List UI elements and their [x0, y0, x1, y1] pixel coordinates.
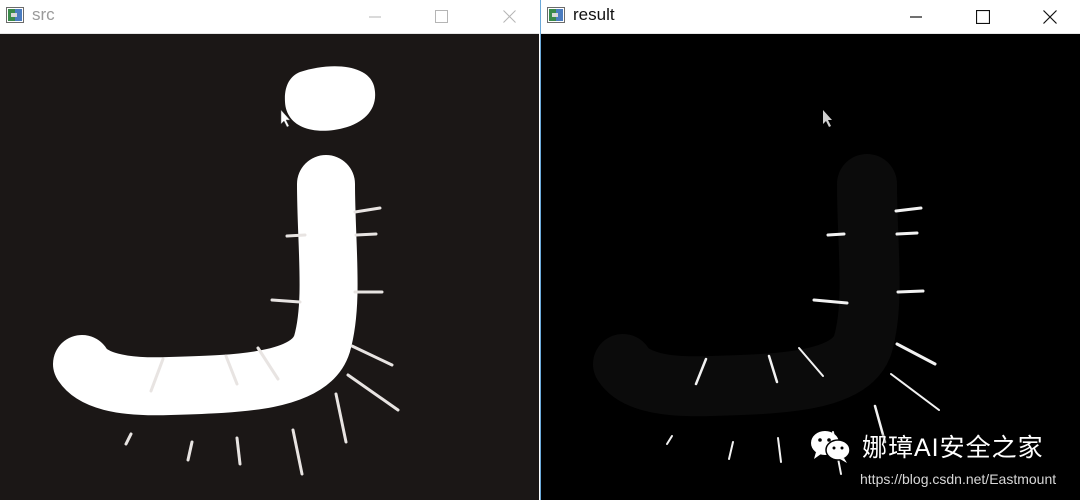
maximize-button[interactable]: [418, 0, 464, 33]
src-window: src: [0, 0, 539, 500]
result-window: result: [540, 0, 1080, 500]
cursor-icon: [823, 110, 832, 127]
close-icon: [502, 10, 516, 23]
result-titlebar[interactable]: result: [541, 0, 1080, 34]
maximize-icon: [434, 10, 448, 23]
wechat-watermark: 娜璋AI安全之家: [808, 428, 1044, 464]
src-titlebar[interactable]: src: [0, 0, 539, 34]
letter-j-body: [53, 155, 358, 416]
noise-strokes: [124, 206, 400, 476]
close-button[interactable]: [1027, 0, 1073, 33]
src-image-canvas: [0, 34, 539, 500]
minimize-button[interactable]: [893, 0, 939, 33]
app-icon: [547, 7, 565, 23]
maximize-icon: [976, 9, 990, 24]
close-button[interactable]: [486, 0, 532, 33]
wechat-icon: [811, 431, 851, 463]
minimize-button[interactable]: [352, 0, 398, 33]
maximize-button[interactable]: [960, 0, 1006, 33]
app-icon: [6, 7, 24, 23]
watermark-brand: 娜璋AI安全之家: [862, 434, 1044, 462]
window-title: src: [32, 5, 55, 24]
window-title: result: [573, 5, 615, 24]
close-icon: [1043, 9, 1057, 24]
minimize-icon: [910, 15, 922, 18]
minimize-icon: [369, 16, 381, 17]
watermark-url: https://blog.csdn.net/Eastmount: [860, 471, 1057, 487]
src-image: [53, 66, 400, 476]
letter-j-dot: [284, 66, 376, 131]
